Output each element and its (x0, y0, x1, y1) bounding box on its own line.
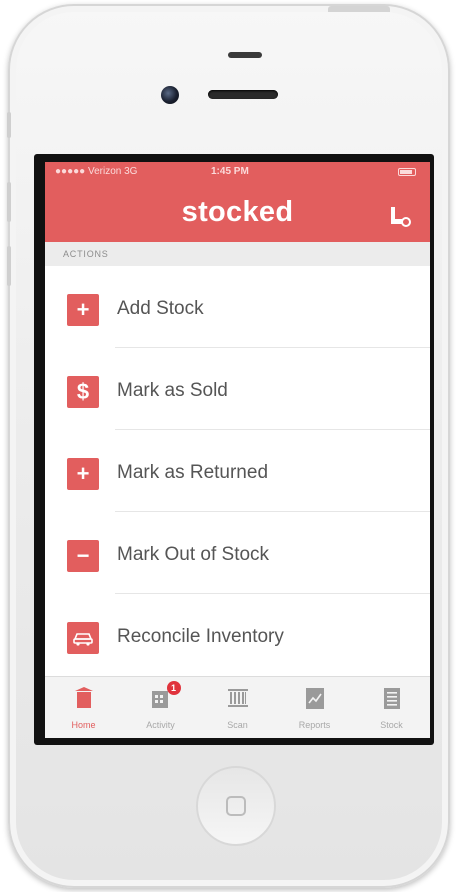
tab-label: Home (71, 720, 96, 730)
home-button[interactable] (196, 766, 276, 846)
action-mark-as-sold[interactable]: $ Mark as Sold (45, 348, 430, 430)
earpiece-speaker (208, 90, 278, 99)
volume-down-button (7, 246, 11, 286)
proximity-sensor (228, 52, 262, 58)
car-icon (67, 622, 99, 654)
app-title: stocked (181, 196, 294, 228)
tab-stock[interactable]: Stock (353, 677, 430, 738)
tab-activity[interactable]: 1 Activity (122, 677, 199, 738)
action-label: Add Stock (117, 298, 204, 319)
tab-label: Activity (146, 720, 175, 730)
user-settings-icon[interactable] (388, 204, 412, 228)
action-reconcile-inventory[interactable]: Reconcile Inventory (45, 594, 430, 676)
front-camera (161, 86, 179, 104)
bin-icon (74, 687, 93, 708)
dollar-icon: $ (67, 376, 99, 408)
list-icon (383, 688, 400, 709)
home-square-icon (226, 796, 246, 816)
tab-reports[interactable]: Reports (276, 677, 353, 738)
section-header: ACTIONS (45, 242, 430, 266)
plus-icon: + (67, 458, 99, 490)
action-add-stock[interactable]: + Add Stock (45, 266, 430, 348)
tab-home[interactable]: Home (45, 677, 122, 738)
tab-bar: Home 1 Activity Scan Reports Stock (45, 676, 430, 738)
tab-scan[interactable]: Scan (199, 677, 276, 738)
carrier-label: ●●●●● Verizon 3G (55, 166, 138, 177)
action-label: Mark as Sold (117, 380, 228, 401)
plus-icon: + (67, 294, 99, 326)
app-header: ●●●●● Verizon 3G 1:45 PM stocked (45, 162, 430, 242)
battery-icon (398, 168, 416, 176)
action-label: Mark as Returned (117, 462, 269, 483)
action-list: + Add Stock $ Mark as Sold + Mark as Ret… (45, 266, 430, 676)
tab-label: Stock (380, 720, 403, 730)
barcode-icon (227, 689, 248, 707)
action-mark-out-of-stock[interactable]: − Mark Out of Stock (45, 512, 430, 594)
action-mark-as-returned[interactable]: + Mark as Returned (45, 430, 430, 512)
reports-icon (305, 688, 324, 709)
action-label: Reconcile Inventory (117, 626, 284, 647)
notification-badge: 1 (166, 681, 181, 695)
power-button (328, 6, 390, 12)
app-screen: ●●●●● Verizon 3G 1:45 PM stocked ACTIONS… (45, 162, 430, 738)
tab-label: Scan (227, 720, 248, 730)
mute-switch (7, 112, 11, 138)
minus-icon: − (67, 540, 99, 572)
status-bar: ●●●●● Verizon 3G 1:45 PM (45, 162, 430, 182)
volume-up-button (7, 182, 11, 222)
tab-label: Reports (298, 720, 331, 730)
action-label: Mark Out of Stock (117, 544, 270, 565)
clock: 1:45 PM (211, 166, 249, 177)
